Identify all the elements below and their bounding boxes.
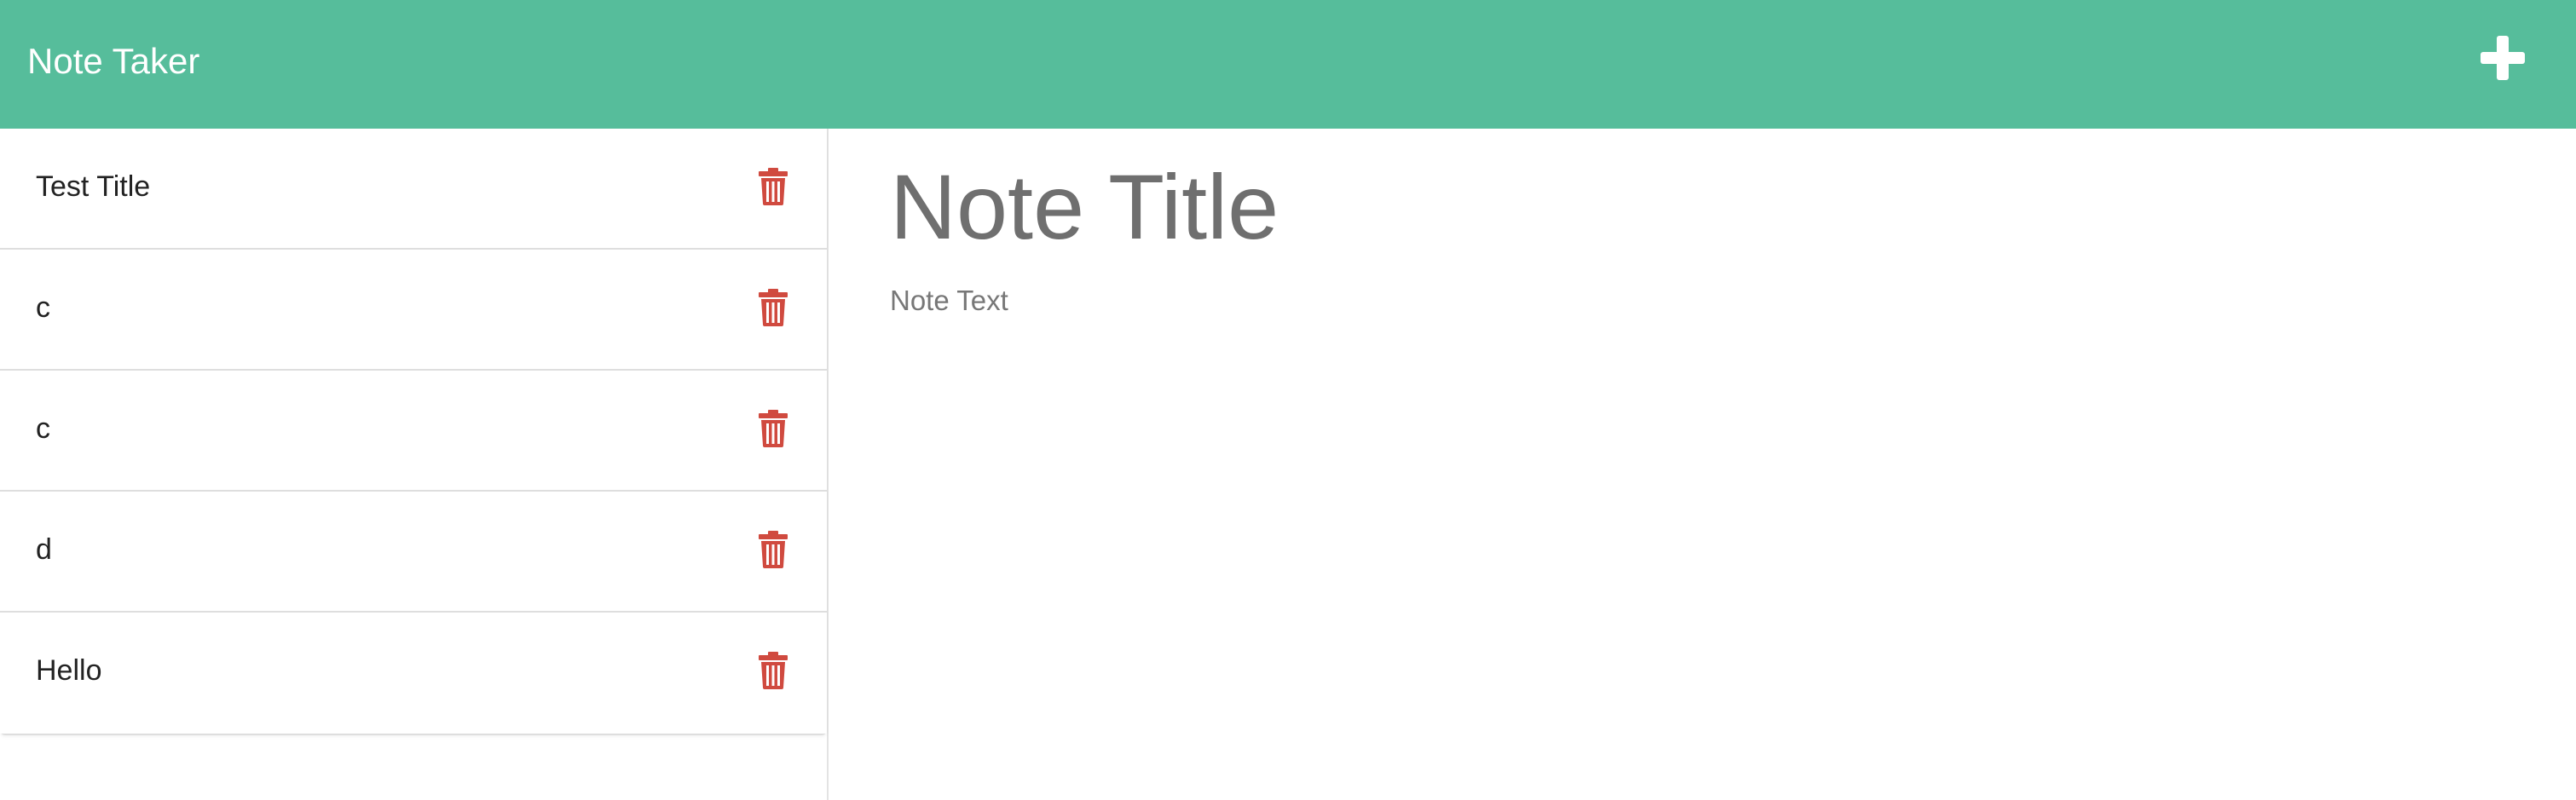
note-text-input[interactable] bbox=[890, 279, 2510, 756]
list-item[interactable]: c bbox=[0, 371, 827, 492]
new-note-button[interactable] bbox=[2481, 36, 2525, 80]
navbar: Note Taker bbox=[0, 0, 2576, 129]
note-item-title: d bbox=[36, 533, 52, 566]
list-item[interactable]: Test Title bbox=[0, 129, 827, 250]
note-item-title: c bbox=[36, 291, 50, 324]
note-item-title: Test Title bbox=[36, 170, 151, 203]
note-editor bbox=[830, 129, 2576, 800]
list-item[interactable]: d bbox=[0, 492, 827, 613]
note-list: Test Title c c d Hello bbox=[0, 129, 827, 735]
list-item[interactable]: c bbox=[0, 250, 827, 371]
app-title[interactable]: Note Taker bbox=[27, 37, 199, 85]
notes-sidebar: Test Title c c d Hello bbox=[0, 129, 829, 800]
note-title-input[interactable] bbox=[890, 151, 2424, 262]
note-item-title: Hello bbox=[36, 654, 102, 687]
list-item[interactable]: Hello bbox=[0, 613, 827, 734]
trash-icon[interactable] bbox=[759, 652, 788, 689]
trash-icon[interactable] bbox=[759, 531, 788, 568]
trash-icon[interactable] bbox=[759, 168, 788, 205]
trash-icon[interactable] bbox=[759, 410, 788, 447]
trash-icon[interactable] bbox=[759, 289, 788, 326]
note-item-title: c bbox=[36, 412, 50, 445]
